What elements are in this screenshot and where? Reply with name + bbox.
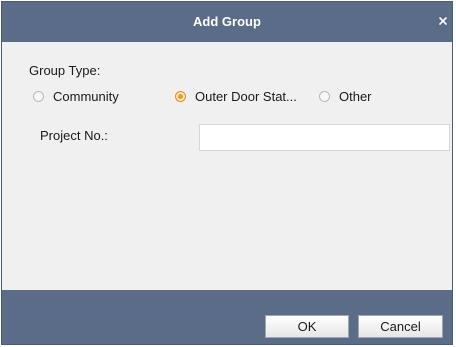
close-icon[interactable] <box>438 16 448 26</box>
radio-option-other[interactable]: Other <box>319 87 372 105</box>
radio-label-outer-door-station: Outer Door Stat... <box>195 88 297 104</box>
radio-label-community: Community <box>53 88 119 104</box>
radio-button-other[interactable] <box>319 90 330 102</box>
ok-button[interactable]: OK <box>265 315 349 338</box>
dialog-footer: OK Cancel <box>2 290 452 344</box>
project-no-label: Project No.: <box>40 128 108 143</box>
dialog-titlebar: Add Group <box>2 2 452 42</box>
project-no-input[interactable] <box>199 124 450 151</box>
dialog-title: Add Group <box>193 14 261 29</box>
radio-button-community[interactable] <box>33 90 44 102</box>
radio-option-outer-door-station[interactable]: Outer Door Stat... <box>175 87 297 105</box>
add-group-dialog: Add Group Group Type: Community Outer Do… <box>1 1 453 345</box>
radio-option-community[interactable]: Community <box>33 87 119 105</box>
cancel-button[interactable]: Cancel <box>358 315 443 338</box>
radio-button-outer-door-station[interactable] <box>175 90 186 102</box>
radio-label-other: Other <box>339 88 372 104</box>
group-type-label: Group Type: <box>29 63 101 78</box>
